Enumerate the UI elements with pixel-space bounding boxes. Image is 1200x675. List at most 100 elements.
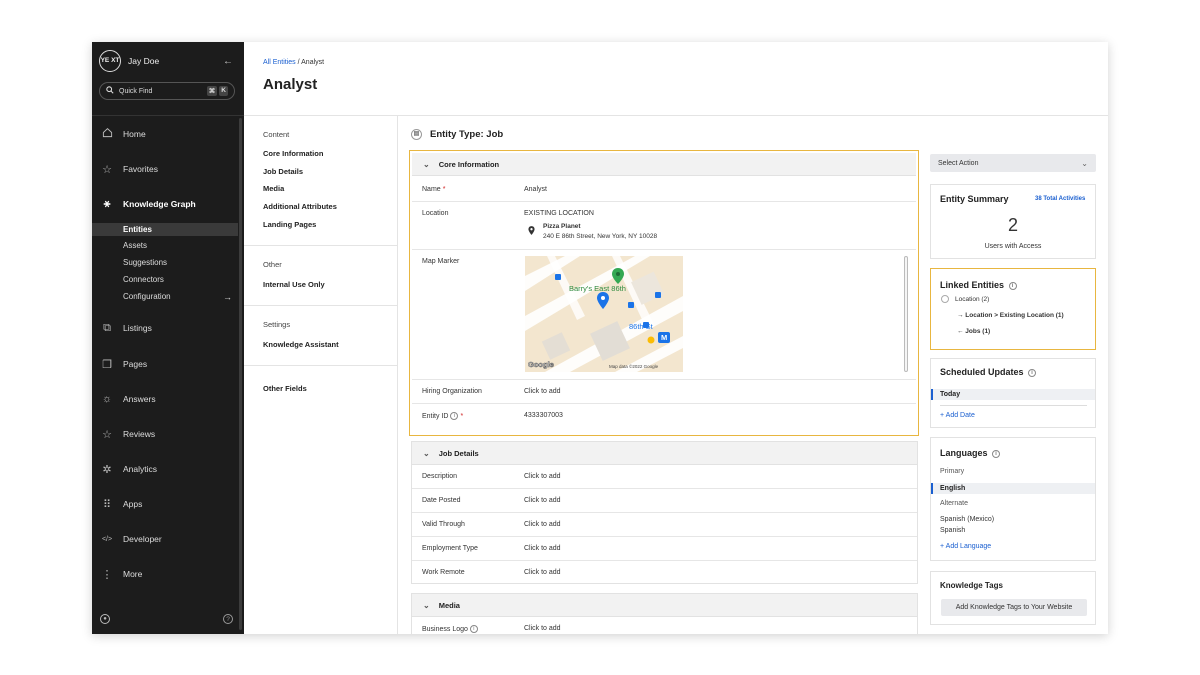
sidebar-item-connectors[interactable]: Connectors <box>123 273 238 286</box>
card-title: Linked Entities i <box>940 280 1017 290</box>
nav-more[interactable]: ⋮ More <box>92 561 238 587</box>
card-title: Core Information <box>438 159 500 169</box>
nav-analytics[interactable]: ✲ Analytics <box>92 456 238 482</box>
field-value[interactable]: Click to add <box>524 497 561 504</box>
core-information-header[interactable]: ⌄ Core Information <box>412 153 916 176</box>
field-value[interactable]: 4333307003 <box>524 412 563 419</box>
linked-location-name[interactable]: Pizza Planet <box>543 223 581 230</box>
sidebar-item-entities[interactable]: Entities <box>92 223 238 236</box>
nav-home[interactable]: Home <box>92 121 238 147</box>
add-language-link[interactable]: + Add Language <box>940 543 991 550</box>
linked-existing-location[interactable]: → Location > Existing Location (1) <box>957 312 1064 319</box>
field-value[interactable]: Click to add <box>524 625 561 632</box>
field-label: Map Marker <box>422 258 460 265</box>
section-link-job-details[interactable]: Job Details <box>263 167 303 176</box>
field-row-map-marker[interactable]: Map Marker Barry's East 86th 86th St M G… <box>412 250 916 380</box>
cmd-key: ⌘ <box>206 86 218 96</box>
job-details-header[interactable]: ⌄ Job Details <box>412 442 917 465</box>
field-label: Description <box>422 473 458 480</box>
field-label: Employment Type <box>422 545 478 552</box>
sidebar-item-configuration[interactable]: Configuration → <box>123 290 238 303</box>
linked-jobs[interactable]: ← Jobs (1) <box>957 328 990 335</box>
reviews-icon: ☆ <box>102 428 112 441</box>
section-link-media[interactable]: Media <box>263 184 284 193</box>
map-view[interactable]: Barry's East 86th 86th St M Google Map d… <box>525 256 683 372</box>
primary-language[interactable]: English <box>931 483 1095 494</box>
entity-type-heading: ▤ Entity Type: Job <box>411 129 503 140</box>
users-count: 2 <box>1007 215 1018 235</box>
map-place-label: Barry's East 86th <box>569 284 626 293</box>
add-date-link[interactable]: + Add Date <box>940 412 975 419</box>
sidebar-item-suggestions[interactable]: Suggestions <box>123 256 238 269</box>
field-row-entity-id[interactable]: Entity ID i * 4333307003 <box>412 404 916 428</box>
nav-developer[interactable]: </> Developer <box>92 526 238 552</box>
field-row-location[interactable]: Location EXISTING LOCATION Pizza Planet … <box>412 202 916 250</box>
field-row-description[interactable]: Description Click to add <box>412 465 917 489</box>
select-action-dropdown[interactable]: Select Action ⌄ <box>930 154 1096 172</box>
section-link-knowledge-assistant[interactable]: Knowledge Assistant <box>263 340 339 349</box>
job-details-card: ⌄ Job Details Description Click to add D… <box>411 441 918 584</box>
section-link-additional-attributes[interactable]: Additional Attributes <box>263 202 337 211</box>
section-link-other-fields[interactable]: Other Fields <box>263 384 307 393</box>
app-window: YE XT Jay Doe ← Quick Find ⌘ K Home ☆ Fa… <box>92 42 1108 634</box>
account-icon[interactable]: ● <box>100 614 110 624</box>
field-row-work-remote[interactable]: Work Remote Click to add <box>412 561 917 584</box>
help-icon[interactable]: ? <box>223 614 233 624</box>
sidebar-scrollbar[interactable] <box>239 118 242 630</box>
field-row-date-posted[interactable]: Date Posted Click to add <box>412 489 917 513</box>
nav-apps[interactable]: ⠿ Apps <box>92 491 238 517</box>
arrow-right-icon: → <box>223 291 232 302</box>
nav-listings[interactable]: ⧉ Listings <box>92 315 238 341</box>
nav-answers[interactable]: ☼ Answers <box>92 386 238 412</box>
quick-find-input[interactable]: Quick Find ⌘ K <box>99 82 235 100</box>
nav-reviews[interactable]: ☆ Reviews <box>92 421 238 447</box>
entity-type-icon: ▤ <box>411 129 422 140</box>
info-icon[interactable]: i <box>1028 368 1037 377</box>
field-row-business-logo[interactable]: Business Logo i Click to add <box>412 617 917 634</box>
developer-icon: </> <box>101 535 113 543</box>
scheduled-today[interactable]: Today <box>931 389 1095 400</box>
alternate-language[interactable]: Spanish (Mexico) <box>940 516 994 523</box>
add-knowledge-tags-button[interactable]: Add Knowledge Tags to Your Website <box>941 599 1087 616</box>
field-value[interactable]: Click to add <box>524 545 561 552</box>
field-value[interactable]: Analyst <box>524 186 547 193</box>
field-value[interactable]: Click to add <box>524 388 561 395</box>
card-title: Entity Summary <box>940 194 1009 204</box>
field-value[interactable]: Click to add <box>524 569 561 576</box>
alternate-language[interactable]: Spanish <box>940 527 965 534</box>
collapse-sidebar-icon[interactable]: ← <box>223 56 233 67</box>
location-icon <box>941 295 949 303</box>
info-icon[interactable]: i <box>992 449 1001 458</box>
info-icon[interactable]: i <box>450 412 459 420</box>
breadcrumb-link-all-entities[interactable]: All Entities <box>263 59 296 66</box>
field-row-hiring-organization[interactable]: Hiring Organization Click to add <box>412 380 916 404</box>
nav-favorites[interactable]: ☆ Favorites <box>92 156 238 182</box>
user-name: Jay Doe <box>128 56 160 66</box>
field-row-valid-through[interactable]: Valid Through Click to add <box>412 513 917 537</box>
nav-label: Apps <box>123 499 143 509</box>
map-scrollbar[interactable] <box>904 256 908 372</box>
sidebar-divider <box>92 115 244 116</box>
nav-knowledge-graph[interactable]: ⚹ Knowledge Graph <box>92 191 238 217</box>
field-value[interactable]: Click to add <box>524 473 561 480</box>
section-link-landing-pages[interactable]: Landing Pages <box>263 220 316 229</box>
field-row-employment-type[interactable]: Employment Type Click to add <box>412 537 917 561</box>
sidebar-item-assets[interactable]: Assets <box>123 239 238 252</box>
nav-label: Answers <box>123 394 156 404</box>
section-link-core-information[interactable]: Core Information <box>263 149 323 158</box>
info-icon[interactable]: i <box>1008 281 1017 290</box>
user-menu[interactable]: YE XT Jay Doe ← <box>99 49 237 73</box>
section-link-internal-use-only[interactable]: Internal Use Only <box>263 280 325 289</box>
info-icon[interactable]: i <box>469 625 478 633</box>
nav-pages[interactable]: ❒ Pages <box>92 351 238 377</box>
card-title-text: Languages <box>940 448 988 458</box>
field-row-name[interactable]: Name * Analyst <box>412 178 916 202</box>
nav-label: Home <box>123 129 146 139</box>
field-value[interactable]: Click to add <box>524 521 561 528</box>
breadcrumb-current: / Analyst <box>295 59 325 66</box>
media-header[interactable]: ⌄ Media <box>412 594 917 617</box>
scheduled-updates-card: Scheduled Updates i Today + Add Date <box>930 358 1096 428</box>
nav-label: Pages <box>123 359 148 369</box>
total-activities-link[interactable]: 38 Total Activities <box>1035 196 1085 202</box>
linked-location-group[interactable]: Location (2) <box>955 296 989 303</box>
